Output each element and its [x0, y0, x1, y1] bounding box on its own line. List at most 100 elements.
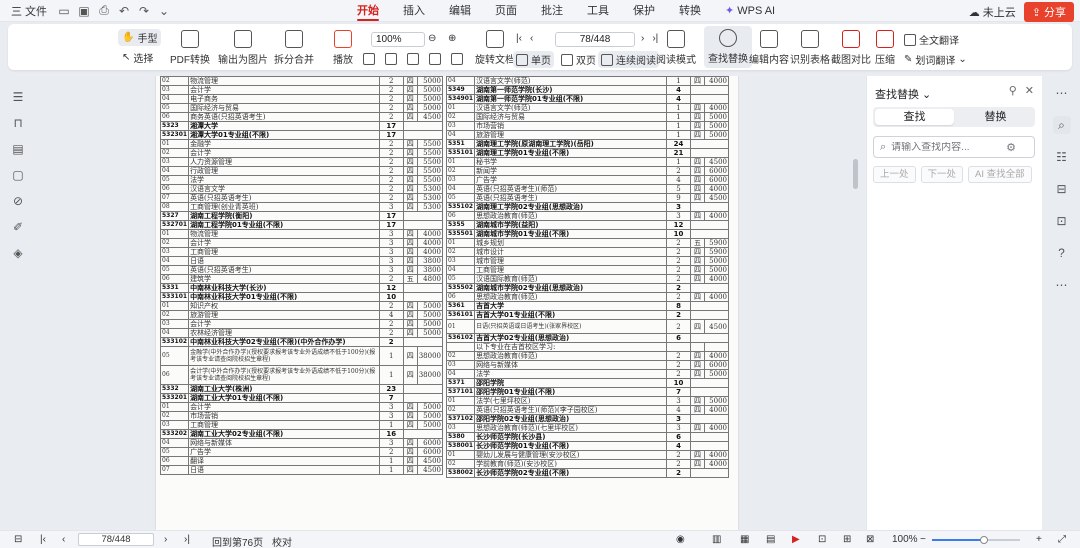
hand-tool-button[interactable]: ✋ 手型 — [118, 29, 162, 46]
tab-protect[interactable]: 保护 — [621, 0, 667, 22]
recognize-table-button[interactable]: 识别表格 — [790, 30, 830, 66]
pin-icon[interactable]: ⚲ — [1009, 84, 1017, 97]
rotate-right-icon[interactable] — [451, 53, 463, 65]
zoom-in-icon[interactable]: + — [1036, 534, 1042, 545]
play-icon[interactable]: ▶ — [792, 534, 800, 545]
first-page-icon[interactable]: |‹ — [516, 33, 522, 44]
close-icon[interactable]: ✕ — [1025, 84, 1034, 97]
tab-home[interactable]: 开始 — [345, 0, 391, 22]
fit-page-icon[interactable] — [385, 53, 397, 65]
tab-insert[interactable]: 插入 — [391, 0, 437, 22]
first-page-icon[interactable]: |‹ — [40, 534, 46, 545]
double-page-icon[interactable]: ▦ — [740, 534, 749, 545]
tab-find[interactable]: 查找 — [875, 109, 954, 125]
help-icon[interactable]: ? — [1053, 244, 1071, 262]
next-match-button[interactable]: 下一处 — [920, 166, 964, 183]
save-icon[interactable]: ▣ — [76, 3, 92, 19]
search-input[interactable] — [891, 141, 1002, 153]
edit-content-button[interactable]: 编辑内容 — [749, 30, 789, 66]
document-viewport[interactable]: 02 物流管理 2 四 5000 03 会计学 2 四 5000 04 电子商务 2 四 5000 05 国际经… — [36, 76, 862, 530]
prev-page-icon[interactable]: ‹ — [62, 534, 65, 545]
tab-convert[interactable]: 转换 — [667, 0, 713, 22]
table-group-row: 534901 湖南第一师范学院01专业组(不限) 4 — [445, 94, 729, 104]
zoom-select[interactable]: 100% — [371, 32, 425, 47]
cloud-status[interactable]: ☁ 未上云 — [969, 4, 1016, 20]
gear-icon[interactable]: ⚙ — [1006, 141, 1016, 154]
export-image-button[interactable]: 输出为图片 — [218, 30, 268, 66]
compress-button[interactable]: 压缩 — [875, 30, 895, 66]
select-tool-button[interactable]: ↖ 选择 — [122, 50, 153, 65]
thumbnail-icon[interactable]: ▤ — [11, 142, 25, 156]
eye-icon[interactable]: ◉ — [676, 534, 685, 545]
next-page-icon[interactable]: › — [164, 534, 167, 545]
table-cell — [690, 333, 729, 343]
tab-edit[interactable]: 编辑 — [437, 0, 483, 22]
screenshot-compare-button[interactable]: 截图对比 — [831, 30, 871, 66]
fit-page-icon[interactable]: ⊡ — [818, 534, 826, 545]
open-folder-icon[interactable]: ▭ — [56, 3, 72, 19]
tab-wps-ai[interactable]: ✦ WPS AI — [713, 0, 787, 22]
fullscreen-icon[interactable]: ⤢ — [1058, 534, 1066, 545]
pdf-convert-button[interactable]: PDF转换 — [170, 30, 210, 66]
single-page-icon[interactable]: ▥ — [712, 534, 721, 545]
play-button[interactable]: 播放 — [333, 30, 353, 66]
zoom-slider-knob[interactable] — [980, 536, 988, 544]
more-options-icon[interactable]: ⋯ — [1053, 276, 1071, 294]
table-cell: 行政管理 — [188, 166, 380, 176]
table-group-row: 5331 中南林业科技大学(长沙) 12 — [159, 283, 444, 293]
full-translate-button[interactable]: 全文翻译 — [904, 32, 959, 47]
next-page-icon[interactable]: › — [641, 33, 644, 44]
table-cell: 06 — [159, 274, 190, 284]
page-number-input[interactable]: 78/448 — [555, 32, 635, 47]
sliders-icon[interactable]: ☷ — [1053, 148, 1071, 166]
find-replace-button[interactable]: 查找替换 — [704, 26, 752, 68]
share-button[interactable]: ⇪ 分享 — [1023, 2, 1074, 22]
rotate-document-button[interactable]: 旋转文档 — [475, 30, 515, 66]
vertical-scrollbar[interactable] — [853, 159, 858, 189]
layers-icon[interactable]: ◈ — [11, 246, 25, 260]
undo-icon[interactable]: ↶ — [116, 3, 132, 19]
ai-find-all-button[interactable]: AI 查找全部 — [968, 166, 1032, 183]
single-page-button[interactable]: 单页 — [513, 51, 554, 68]
prev-match-button[interactable]: 上一处 — [873, 166, 916, 183]
file-menu[interactable]: 三 文件 — [6, 1, 52, 21]
ai-doc-icon[interactable]: ⊡ — [1053, 212, 1071, 230]
print-icon[interactable]: ⎙ — [96, 3, 112, 19]
prev-page-icon[interactable]: ‹ — [530, 33, 533, 44]
signature-icon[interactable]: ✐ — [11, 220, 25, 234]
sidebar-toggle-icon[interactable]: ⊟ — [14, 534, 22, 545]
continuous-icon[interactable]: ▤ — [766, 534, 775, 545]
fit-width-icon[interactable] — [407, 53, 419, 65]
tab-page[interactable]: 页面 — [483, 0, 529, 22]
zoom-slider[interactable] — [932, 536, 1020, 544]
zoom-out-icon[interactable]: − — [920, 534, 926, 545]
rotate-left-icon[interactable] — [429, 53, 441, 65]
redo-icon[interactable]: ↷ — [136, 3, 152, 19]
goto-page-link[interactable]: 回到第76页 — [212, 534, 263, 548]
last-page-icon[interactable]: ›| — [184, 534, 190, 545]
bookmark-icon[interactable]: ⊓ — [11, 116, 25, 130]
tab-comment[interactable]: 批注 — [529, 0, 575, 22]
status-page-input[interactable]: 78/448 — [78, 533, 154, 546]
tab-tools[interactable]: 工具 — [575, 0, 621, 22]
attachment-icon[interactable]: ⊘ — [11, 194, 25, 208]
reading-mode-button[interactable]: 阅读模式 — [656, 30, 696, 66]
split-merge-button[interactable]: 拆分合并 — [274, 30, 314, 66]
property-icon[interactable]: ⊟ — [1053, 180, 1071, 198]
zoom-out-button[interactable]: ⊖ — [428, 33, 436, 44]
search-icon[interactable]: ⌕ — [1052, 116, 1071, 134]
actual-size-icon[interactable]: ⊠ — [866, 534, 874, 545]
tab-replace[interactable]: 替换 — [956, 107, 1035, 127]
outline-icon[interactable]: ☰ — [11, 90, 25, 104]
table-cell: 06 — [159, 184, 190, 194]
zoom-in-button[interactable]: ⊕ — [448, 33, 456, 44]
status-zoom-value[interactable]: 100% — [892, 534, 918, 545]
comment-icon[interactable]: ▢ — [11, 168, 25, 182]
proofread-button[interactable]: 校对 — [272, 534, 292, 548]
more-icon[interactable]: ⋯ — [1053, 84, 1071, 102]
continuous-reading-button[interactable]: 连续阅读 — [598, 51, 659, 68]
actual-size-icon[interactable] — [363, 53, 375, 65]
word-translate-button[interactable]: ✎ 划词翻译 ⌄ — [904, 52, 967, 67]
fit-width-icon[interactable]: ⊞ — [843, 534, 851, 545]
chevron-down-icon[interactable]: ⌄ — [156, 3, 172, 19]
